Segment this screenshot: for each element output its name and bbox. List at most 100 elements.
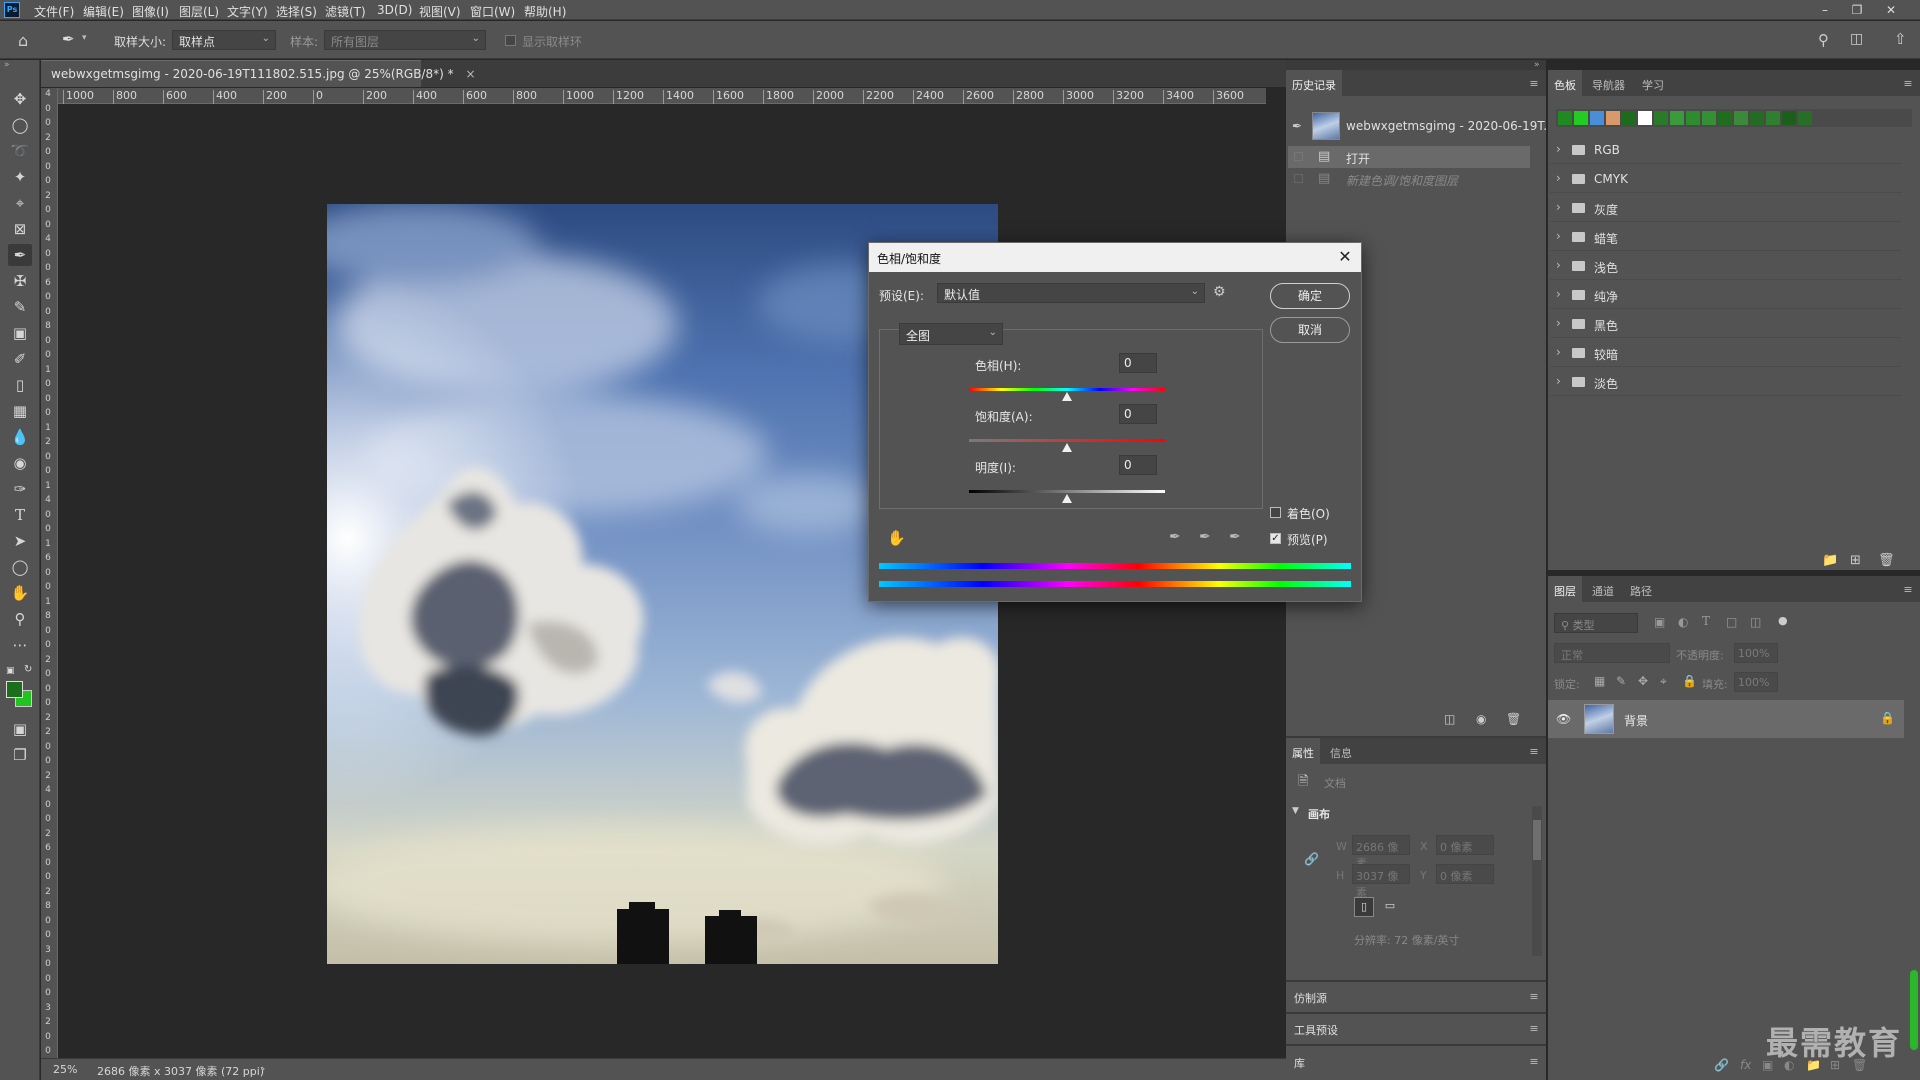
history-step-checkbox[interactable] [1294, 174, 1303, 183]
history-step[interactable]: ▤ 打开 [1288, 146, 1530, 168]
chevron-right-icon[interactable]: › [1556, 142, 1561, 156]
pen-tool-icon[interactable]: ✑ [8, 478, 32, 500]
chevron-right-icon[interactable]: › [1556, 345, 1561, 359]
history-snapshot[interactable]: ✒ webwxgetmsgimg - 2020-06-19T... [1288, 110, 1555, 144]
chevron-right-icon[interactable]: › [1556, 229, 1561, 243]
swatch-group-row[interactable]: › 较暗 [1550, 339, 1902, 367]
swatches-menu-icon[interactable]: ≡ [1902, 78, 1914, 89]
hue-field[interactable]: 0 [1119, 353, 1157, 373]
close-tab-icon[interactable]: × [465, 67, 475, 81]
trash-icon[interactable]: 🗑 [1878, 553, 1895, 568]
path-selection-tool-icon[interactable]: ➤ [8, 530, 32, 552]
zoom-level[interactable]: 25% [53, 1063, 77, 1076]
opacity-field[interactable]: 100% [1734, 643, 1778, 663]
height-field[interactable]: 3037 像素 [1352, 864, 1410, 899]
menu-view[interactable]: 视图(V) [419, 3, 461, 20]
new-document-from-state-icon[interactable]: ◫ [1444, 712, 1455, 726]
chevron-right-icon[interactable]: › [1556, 200, 1561, 214]
scrollbar-accent[interactable] [1910, 970, 1918, 1050]
brush-tool-icon[interactable]: ✎ [8, 296, 32, 318]
width-field[interactable]: 2686 像素 [1352, 835, 1410, 870]
tab-properties[interactable]: 属性 [1286, 738, 1320, 764]
menu-image[interactable]: 图像(I) [132, 3, 169, 20]
crop-tool-icon[interactable]: ⌖ [8, 192, 32, 214]
chevron-right-icon[interactable]: › [1556, 287, 1561, 301]
share-icon[interactable]: ⇧ [1894, 30, 1907, 48]
clone-stamp-tool-icon[interactable]: ▣ [8, 322, 32, 344]
history-step-checkbox[interactable] [1294, 152, 1303, 161]
lock-position-icon[interactable]: ✥ [1638, 674, 1648, 688]
document-tab[interactable]: webwxgetmsgimg - 2020-06-19T111802.515.j… [41, 60, 476, 87]
eyedropper-tool-icon[interactable]: ✒ [8, 244, 32, 266]
sample-layers-select[interactable]: 所有图层 ⌄ [324, 30, 486, 50]
lightness-slider[interactable] [969, 490, 1165, 493]
saturation-slider[interactable] [969, 439, 1165, 442]
swatch-group-row[interactable]: › 黑色 [1550, 310, 1902, 338]
more-tools-icon[interactable]: ⋯ [8, 634, 32, 656]
lock-all-icon[interactable]: 🔒 [1682, 674, 1697, 688]
libraries-panel[interactable]: 库 ≡ [1286, 1046, 1546, 1080]
filter-type-icon[interactable]: T [1702, 614, 1710, 628]
link-layers-icon[interactable]: 🔗 [1714, 1058, 1729, 1072]
camera-snapshot-icon[interactable]: ◉ [1476, 712, 1486, 726]
x-field[interactable]: 0 像素 [1436, 835, 1494, 855]
new-group-folder-icon[interactable]: 📁 [1822, 553, 1838, 568]
tab-navigator[interactable]: 导航器 [1586, 70, 1631, 96]
chevron-down-icon[interactable]: ▼ [1292, 806, 1299, 816]
filter-toggle-icon[interactable]: ● [1778, 614, 1788, 627]
restore-icon[interactable]: ❐ [1846, 1, 1868, 19]
menu-file[interactable]: 文件(F) [34, 3, 74, 20]
type-tool-icon[interactable]: T [8, 504, 32, 526]
recent-color-swatch[interactable] [1558, 111, 1572, 125]
panel-menu-icon[interactable]: ≡ [1528, 1056, 1540, 1067]
move-tool-icon[interactable]: ✥ [8, 88, 32, 110]
chevron-right-icon[interactable]: › [1556, 374, 1561, 388]
dodge-tool-icon[interactable]: ◉ [8, 452, 32, 474]
panel-menu-icon[interactable]: ≡ [1528, 1023, 1540, 1034]
photoshop-logo[interactable]: Ps [4, 2, 20, 18]
history-brush-source-icon[interactable]: ✒ [1292, 119, 1302, 133]
screen-mode-icon[interactable]: ❐ [8, 744, 32, 766]
menu-3d[interactable]: 3D(D) [377, 3, 412, 17]
document-info[interactable]: 2686 像素 x 3037 像素 (72 ppi) [97, 1063, 264, 1079]
lightness-field[interactable]: 0 [1119, 455, 1157, 475]
fx-icon[interactable]: fx [1740, 1058, 1751, 1072]
menu-help[interactable]: 帮助(H) [524, 3, 566, 20]
eye-visibility-icon[interactable]: 👁 [1556, 712, 1571, 726]
lock-artboard-icon[interactable]: ⌖ [1660, 674, 1667, 689]
layer-filter-select[interactable]: ⚲ 类型 [1554, 613, 1638, 633]
cancel-button[interactable]: 取消 [1270, 317, 1350, 343]
ok-button[interactable]: 确定 [1270, 283, 1350, 309]
magic-wand-tool-icon[interactable]: ✦ [8, 166, 32, 188]
recent-color-swatch[interactable] [1622, 111, 1636, 125]
preset-options-gear-icon[interactable]: ⚙ [1213, 284, 1226, 300]
recent-color-swatch[interactable] [1798, 111, 1812, 125]
recent-color-swatch[interactable] [1574, 111, 1588, 125]
properties-scrollbar[interactable] [1532, 806, 1542, 956]
filter-smart-object-icon[interactable]: ◫ [1750, 615, 1761, 629]
tab-info[interactable]: 信息 [1324, 738, 1358, 764]
eyedropper-subtract-icon[interactable]: ✒ [1229, 529, 1241, 545]
trash-icon[interactable]: 🗑 [1506, 712, 1521, 726]
chevron-right-icon[interactable]: › [1556, 316, 1561, 330]
tab-layers[interactable]: 图层 [1548, 576, 1582, 602]
swatch-group-row[interactable]: › 纯净 [1550, 281, 1902, 309]
healing-brush-tool-icon[interactable]: ✠ [8, 270, 32, 292]
close-icon[interactable]: ✕ [1335, 247, 1355, 267]
hue-slider-thumb[interactable] [1062, 392, 1072, 401]
dialog-title-bar[interactable]: 色相/饱和度 [869, 243, 1361, 272]
blend-mode-select[interactable]: 正常 [1554, 643, 1670, 663]
swap-colors-icon[interactable]: ↻ [24, 664, 32, 675]
sample-size-select[interactable]: 取样点 ⌄ [172, 30, 276, 50]
foreground-color-swatch[interactable] [6, 681, 23, 698]
preset-select[interactable]: 默认值 ⌄ [937, 283, 1205, 303]
hue-slider[interactable] [969, 388, 1165, 391]
portrait-orientation-icon[interactable]: ▯ [1354, 897, 1374, 917]
layer-name[interactable]: 背景 [1624, 712, 1648, 729]
filter-adjustment-icon[interactable]: ◐ [1678, 615, 1688, 629]
close-window-icon[interactable]: ✕ [1880, 1, 1902, 19]
recent-color-swatch[interactable] [1686, 111, 1700, 125]
targeted-adjustment-hand-icon[interactable]: ✋ [887, 529, 906, 547]
frame-tool-icon[interactable]: ⊠ [8, 218, 32, 240]
swatch-group-row[interactable]: › 浅色 [1550, 252, 1902, 280]
